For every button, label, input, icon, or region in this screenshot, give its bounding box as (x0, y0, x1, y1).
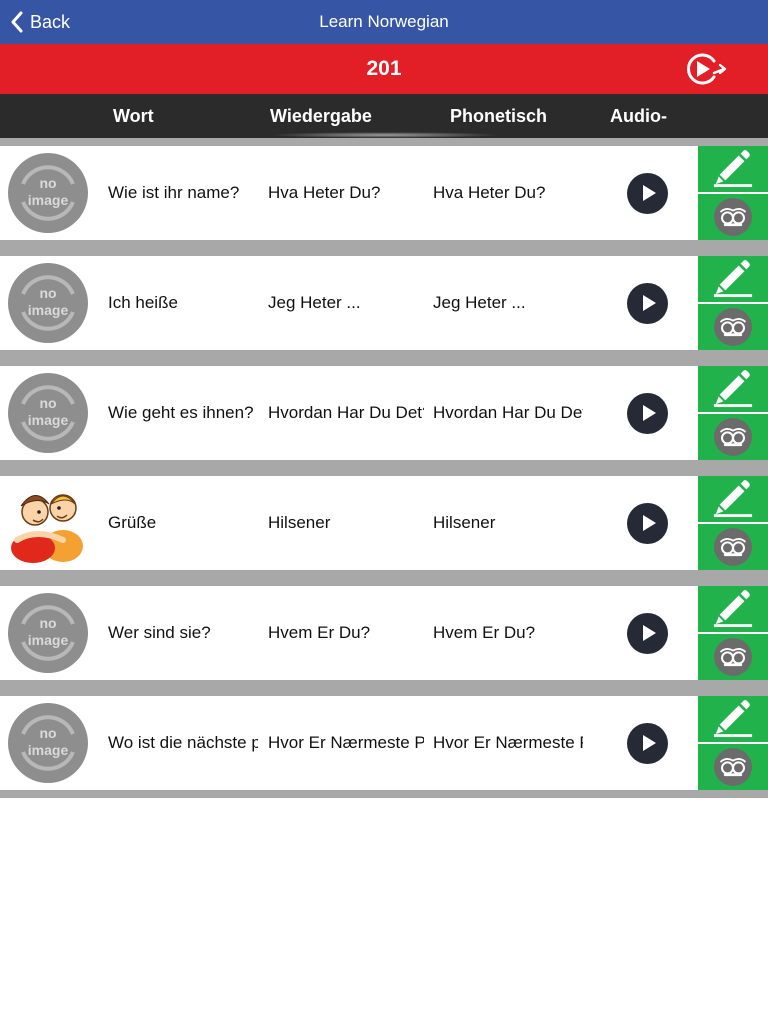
row-separator (0, 680, 768, 696)
record-button[interactable] (698, 194, 768, 240)
record-button[interactable] (698, 524, 768, 570)
pencil-icon (712, 146, 754, 193)
play-audio-button[interactable] (627, 173, 668, 214)
row-actions (698, 146, 768, 240)
phrase-list: no image Wie ist ihr name? Hva Heter Du? Hva… (0, 138, 768, 798)
word-text: Wo ist die nächste post? (108, 733, 258, 752)
list-item[interactable]: no image Ich heiße Jeg Heter ... Jeg Heter .… (0, 256, 768, 350)
column-word: Wort (113, 106, 154, 126)
play-audio-button[interactable] (627, 613, 668, 654)
no-image-line2: image (28, 412, 69, 428)
pencil-icon (712, 696, 754, 743)
list-item[interactable]: no image Wer sind sie? Hvem Er Du? Hvem Er D… (0, 586, 768, 680)
lesson-number: 201 (366, 57, 402, 80)
recorder-icon (714, 418, 752, 456)
translation-text: Hilsener (268, 513, 331, 532)
greeting-people-picture (7, 482, 89, 564)
edit-button[interactable] (698, 586, 768, 632)
translation-text: Hvem Er Du? (268, 623, 371, 642)
pencil-icon (712, 366, 754, 413)
word-text: Wie geht es ihnen? (108, 403, 254, 422)
no-image-line2: image (28, 742, 69, 758)
column-header: Wort Wiedergabe Phonetisch Audio- (0, 94, 768, 138)
list-item[interactable]: noimage Wo ist die nächste post? Hvor Er N… (0, 696, 768, 790)
translation-text: Hvor Er Nærmeste Post? (268, 733, 424, 752)
list-item[interactable]: no image Wie geht es ihnen? Hvordan Har Du … (0, 366, 768, 460)
play-audio-button[interactable] (627, 503, 668, 544)
edit-button[interactable] (698, 476, 768, 522)
pencil-icon (712, 586, 754, 633)
row-separator (0, 240, 768, 256)
no-image-line2: image (28, 192, 69, 208)
pencil-icon (712, 256, 754, 303)
row-actions (698, 256, 768, 350)
list-item[interactable]: no image Wie ist ihr name? Hva Heter Du? Hva… (0, 146, 768, 240)
phonetic-text: Hvor Er Nærmeste Post? (433, 733, 583, 752)
translation-text: Hvordan Har Du Det? (268, 403, 424, 422)
word-text: Ich heiße (108, 293, 178, 312)
row-separator (0, 790, 768, 798)
no-image-icon: no image (7, 372, 89, 454)
record-button[interactable] (698, 744, 768, 790)
app-title: Learn Norwegian (319, 12, 449, 31)
translation-text: Jeg Heter ... (268, 293, 361, 312)
edit-button[interactable] (698, 696, 768, 742)
no-image-line1: no (39, 615, 56, 631)
row-actions (698, 366, 768, 460)
word-text: Wie ist ihr name? (108, 183, 240, 202)
record-button[interactable] (698, 414, 768, 460)
row-actions (698, 586, 768, 680)
navigation-bar: Back Learn Norwegian (0, 0, 768, 44)
record-button[interactable] (698, 634, 768, 680)
no-image-icon: no image (7, 702, 89, 784)
lesson-bar: 201 (0, 44, 768, 94)
phonetic-text: Hva Heter Du? (433, 183, 546, 202)
edit-button[interactable] (698, 256, 768, 302)
play-audio-button[interactable] (627, 723, 668, 764)
play-audio-button[interactable] (627, 283, 668, 324)
phonetic-text: Hilsener (433, 513, 496, 532)
recorder-icon (714, 528, 752, 566)
row-separator (0, 138, 768, 146)
pencil-icon (712, 476, 754, 523)
row-separator (0, 350, 768, 366)
row-separator (0, 460, 768, 476)
translation-text: Hva Heter Du? (268, 183, 381, 202)
recorder-icon (714, 638, 752, 676)
recorder-icon (714, 748, 752, 786)
edit-button[interactable] (698, 146, 768, 192)
no-image-icon: no image (7, 262, 89, 344)
no-image-line2: image (28, 632, 69, 648)
column-audio: Audio- (610, 106, 667, 126)
phonetic-text: Hvordan Har Du Det? (433, 403, 583, 422)
no-image-icon: no image (7, 152, 89, 234)
list-item[interactable]: Grüße Hilsener Hilsener (0, 476, 768, 570)
no-image-line1: no (39, 175, 56, 191)
no-image-line1: no (39, 395, 56, 411)
row-actions (698, 696, 768, 790)
no-image-line2: image (28, 302, 69, 318)
no-image-line1: no (39, 725, 56, 741)
no-image-line1: no (39, 285, 56, 301)
no-image-icon: no image (7, 592, 89, 674)
recorder-icon (714, 308, 752, 346)
word-text: Grüße (108, 513, 157, 532)
record-button[interactable] (698, 304, 768, 350)
play-audio-button[interactable] (627, 393, 668, 434)
phonetic-text: Hvem Er Du? (433, 623, 536, 642)
phonetic-text: Jeg Heter ... (433, 293, 526, 312)
edit-button[interactable] (698, 366, 768, 412)
play-all-icon[interactable] (682, 51, 730, 87)
word-text: Wer sind sie? (108, 623, 211, 642)
recorder-icon (714, 198, 752, 236)
row-separator (0, 570, 768, 586)
row-actions (698, 476, 768, 570)
